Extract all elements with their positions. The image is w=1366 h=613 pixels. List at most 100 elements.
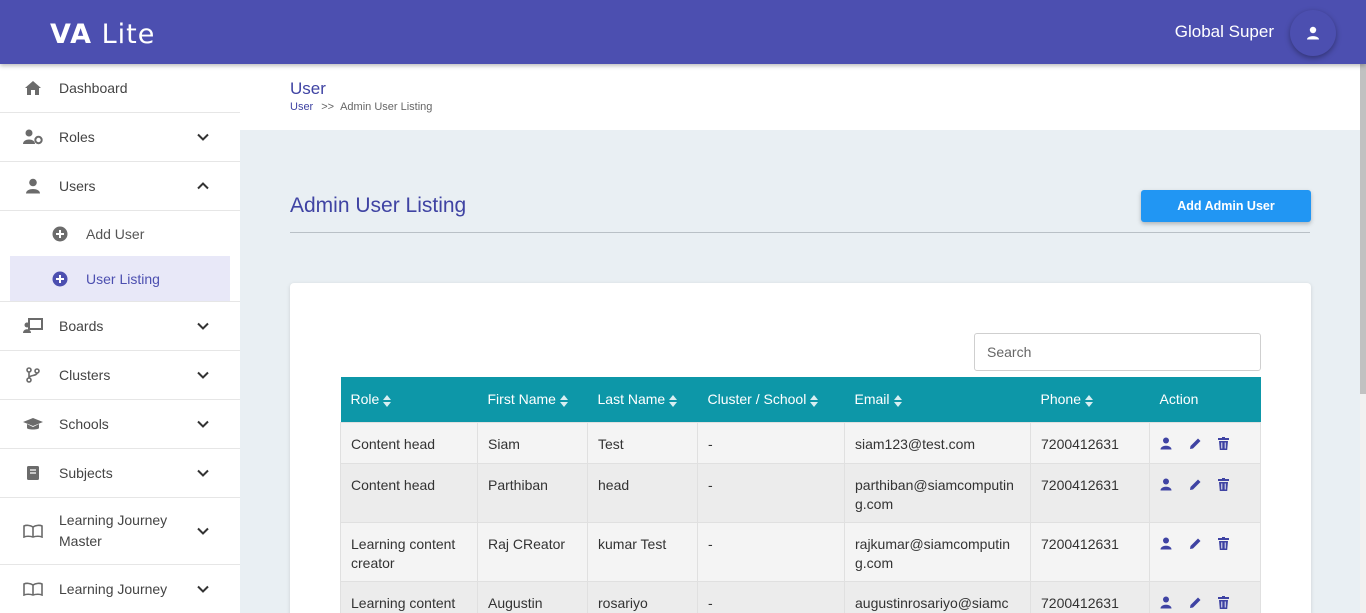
cell-first-name: Augustin bbox=[477, 580, 588, 613]
listing-card: Role First Name Last Name Cluster / Scho… bbox=[290, 283, 1311, 613]
cell-last-name: rosariyo bbox=[587, 580, 698, 613]
sidebar-item-subjects[interactable]: Subjects bbox=[0, 449, 240, 498]
edit-pencil-icon[interactable] bbox=[1189, 537, 1204, 552]
search-input[interactable] bbox=[974, 333, 1261, 371]
sidebar-item-roles[interactable]: Roles bbox=[0, 113, 240, 162]
cell-role: Content head bbox=[340, 462, 478, 523]
home-icon bbox=[23, 78, 43, 98]
sidebar-subitem-add-user[interactable]: Add User bbox=[10, 211, 230, 256]
cell-email: siam123@test.com bbox=[844, 421, 1031, 464]
column-header-role[interactable]: Role bbox=[341, 377, 478, 422]
chevron-down-icon bbox=[197, 133, 209, 141]
graduation-cap-icon bbox=[23, 414, 43, 434]
view-user-icon[interactable] bbox=[1160, 478, 1175, 493]
sidebar-item-label: Schools bbox=[59, 416, 109, 432]
sidebar-item-label: Dashboard bbox=[59, 80, 128, 96]
chevron-down-icon bbox=[197, 527, 209, 535]
sidebar-item-dashboard[interactable]: Dashboard bbox=[0, 64, 240, 113]
chevron-up-icon bbox=[197, 182, 209, 190]
page-scrollbar[interactable] bbox=[1360, 64, 1366, 613]
cell-first-name: Raj CReator bbox=[477, 521, 588, 582]
sidebar-item-schools[interactable]: Schools bbox=[0, 400, 240, 449]
cell-last-name: kumar Test bbox=[587, 521, 698, 582]
table-row: Learning content Augustin rosariyo - aug… bbox=[340, 580, 1261, 613]
admin-user-table: Role First Name Last Name Cluster / Scho… bbox=[340, 377, 1261, 613]
edit-pencil-icon[interactable] bbox=[1189, 478, 1204, 493]
breadcrumb-current: Admin User Listing bbox=[340, 101, 433, 113]
sidebar-item-label: Learning Journey Master bbox=[59, 512, 168, 549]
cell-actions bbox=[1149, 521, 1261, 582]
column-header-action: Action bbox=[1159, 391, 1199, 408]
sidebar-subitem-label: User Listing bbox=[86, 270, 160, 287]
user-avatar-button[interactable] bbox=[1290, 10, 1336, 56]
column-header-phone[interactable]: Phone bbox=[1031, 377, 1150, 422]
scrollbar-thumb[interactable] bbox=[1360, 64, 1366, 394]
cell-phone: 7200412631 bbox=[1030, 521, 1150, 582]
sidebar-item-learning-journey-master[interactable]: Learning Journey Master bbox=[0, 498, 240, 565]
sidebar-item-label: Users bbox=[59, 178, 96, 194]
view-user-icon[interactable] bbox=[1160, 437, 1175, 452]
cell-phone: 7200412631 bbox=[1030, 421, 1150, 464]
cell-role: Learning content creator bbox=[340, 521, 478, 582]
table-row: Content head Siam Test - siam123@test.co… bbox=[340, 421, 1261, 464]
user-icon bbox=[1307, 26, 1319, 40]
chevron-down-icon bbox=[197, 371, 209, 379]
sort-icon bbox=[383, 394, 392, 407]
cell-last-name: Test bbox=[587, 421, 698, 464]
delete-trash-icon[interactable] bbox=[1218, 477, 1233, 493]
sort-icon bbox=[669, 394, 678, 407]
top-bar: VA Lite Global Super bbox=[0, 0, 1366, 64]
sidebar-item-boards[interactable]: Boards bbox=[0, 302, 240, 351]
chevron-down-icon bbox=[197, 469, 209, 477]
open-book-icon bbox=[23, 521, 43, 541]
open-book-icon bbox=[23, 579, 43, 599]
sidebar-item-users[interactable]: Users bbox=[0, 162, 240, 211]
cell-email: rajkumar@siamcomputing.com bbox=[844, 521, 1031, 582]
code-branch-icon bbox=[23, 365, 43, 385]
table-header-row: Role First Name Last Name Cluster / Scho… bbox=[340, 377, 1261, 422]
page-title: User bbox=[290, 79, 326, 98]
section-title: Admin User Listing bbox=[290, 194, 467, 217]
cell-cluster-school: - bbox=[697, 421, 845, 464]
user-icon bbox=[23, 176, 43, 196]
column-header-email[interactable]: Email bbox=[845, 377, 1031, 422]
cell-phone: 7200412631 bbox=[1030, 580, 1150, 613]
user-cog-icon bbox=[23, 127, 43, 147]
sidebar-item-label: Learning Journey bbox=[59, 581, 168, 597]
sort-icon bbox=[893, 394, 902, 407]
plus-circle-icon bbox=[52, 271, 68, 286]
brand-bold: VA bbox=[50, 19, 92, 50]
sidebar-subitem-user-listing[interactable]: User Listing bbox=[10, 256, 230, 301]
cell-first-name: Parthiban bbox=[477, 462, 588, 523]
table-row: Learning content creator Raj CReator kum… bbox=[340, 521, 1261, 582]
view-user-icon[interactable] bbox=[1160, 596, 1175, 611]
column-header-first-name[interactable]: First Name bbox=[478, 377, 588, 422]
cell-last-name: head bbox=[587, 462, 698, 523]
column-header-cluster-school[interactable]: Cluster / School bbox=[698, 377, 845, 422]
sidebar-item-clusters[interactable]: Clusters bbox=[0, 351, 240, 400]
delete-trash-icon[interactable] bbox=[1218, 436, 1233, 452]
sort-icon bbox=[1084, 394, 1093, 407]
sort-icon bbox=[559, 394, 568, 407]
cell-actions bbox=[1149, 421, 1261, 464]
view-user-icon[interactable] bbox=[1160, 537, 1175, 552]
edit-pencil-icon[interactable] bbox=[1189, 596, 1204, 611]
sidebar-item-label: Subjects bbox=[59, 465, 113, 481]
cell-first-name: Siam bbox=[477, 421, 588, 464]
sidebar-item-learning-journey[interactable]: Learning Journey bbox=[0, 565, 240, 613]
sidebar-item-label: Boards bbox=[59, 318, 104, 334]
edit-pencil-icon[interactable] bbox=[1189, 437, 1204, 452]
plus-circle-icon bbox=[52, 226, 68, 241]
delete-trash-icon[interactable] bbox=[1218, 536, 1233, 552]
cell-actions bbox=[1149, 580, 1261, 613]
chevron-down-icon bbox=[197, 322, 209, 330]
breadcrumb-link-user[interactable]: User bbox=[290, 101, 313, 113]
add-admin-user-button[interactable]: Add Admin User bbox=[1141, 190, 1311, 222]
sidebar-item-label: Clusters bbox=[59, 367, 111, 383]
delete-trash-icon[interactable] bbox=[1218, 595, 1233, 611]
brand-light: Lite bbox=[101, 19, 156, 50]
app-logo[interactable]: VA Lite bbox=[50, 19, 155, 50]
cell-cluster-school: - bbox=[697, 462, 845, 523]
book-icon bbox=[23, 463, 43, 483]
column-header-last-name[interactable]: Last Name bbox=[588, 377, 698, 422]
